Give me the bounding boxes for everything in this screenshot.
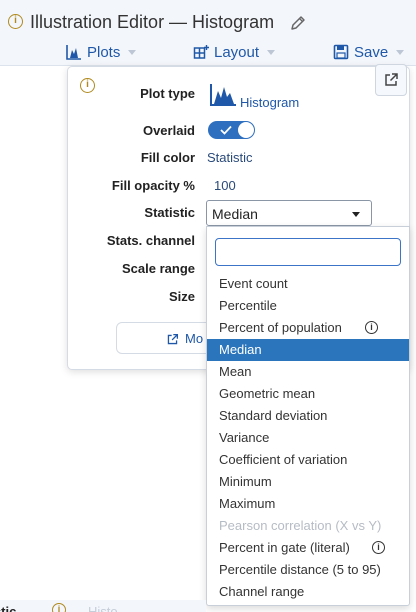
statistic-option-label: Minimum [219, 474, 272, 489]
title-bar: i Illustration Editor — Histogram [0, 0, 416, 38]
fill-opacity-value[interactable]: 100 [214, 178, 236, 193]
statistic-option-label: Percentile [219, 298, 277, 313]
pencil-icon[interactable] [289, 14, 307, 32]
statistic-selected-value: Median [212, 206, 258, 222]
layout-icon [193, 45, 209, 59]
size-label: Size [168, 289, 195, 304]
bottom-row-hint: Histo [88, 604, 118, 612]
toolbar: Plots Layout Save [0, 38, 416, 66]
statistic-label: Statistic [144, 205, 195, 220]
statistic-option-label: Pearson correlation (X vs Y) [219, 518, 382, 533]
save-icon [333, 44, 349, 60]
fill-color-label: Fill color [140, 150, 195, 165]
statistic-option-label: Median [219, 342, 262, 357]
statistic-option[interactable]: Percent in gate (literal) i [207, 537, 409, 559]
fill-opacity-label: Fill opacity % [111, 178, 195, 193]
statistic-option-label: Channel range [219, 584, 305, 599]
statistic-option[interactable]: Median [207, 339, 409, 361]
statistic-option-label: Percentile distance (5 to 95) [219, 562, 381, 577]
statistic-option-label: Coefficient of variation [219, 452, 348, 467]
chevron-down-icon [128, 49, 137, 55]
statistic-option[interactable]: Mean [207, 361, 409, 383]
popout-button[interactable] [375, 64, 407, 96]
statistic-option-label: Event count [219, 276, 288, 291]
statistic-option-label: Maximum [219, 496, 276, 511]
page-title: Illustration Editor — Histogram [30, 12, 275, 32]
layout-label: Layout [214, 43, 260, 61]
statistic-option[interactable]: Percentile distance (5 to 95) [207, 559, 409, 581]
statistic-search-input[interactable] [215, 238, 401, 266]
stats-channel-label: Stats. channel [106, 233, 195, 248]
save-label: Save [354, 43, 389, 61]
info-icon[interactable]: i [8, 14, 23, 29]
statistic-option-label: Mean [219, 364, 252, 379]
external-link-icon [385, 73, 398, 86]
statistic-option[interactable]: Channel range [207, 581, 409, 603]
statistic-option[interactable]: Maximum [207, 493, 409, 515]
statistic-option-label: Percent of population [219, 320, 342, 335]
overlaid-toggle[interactable] [208, 121, 255, 139]
bottom-row-label: tistic [0, 604, 17, 612]
histogram-icon [66, 45, 81, 60]
chevron-down-icon [267, 49, 276, 55]
external-link-icon [167, 333, 179, 345]
more-options-label: Mo [185, 331, 204, 346]
statistic-option[interactable]: Event count [207, 273, 409, 295]
fill-color-value[interactable]: Statistic [207, 150, 253, 165]
plot-type-value[interactable]: Histogram [240, 95, 299, 110]
statistic-option[interactable]: Geometric mean [207, 383, 409, 405]
chevron-down-icon [396, 49, 405, 55]
info-icon[interactable]: i [372, 541, 385, 554]
statistic-option[interactable]: Standard deviation [207, 405, 409, 427]
layout-menu-button[interactable]: Layout [193, 41, 276, 63]
statistic-option[interactable]: Minimum [207, 471, 409, 493]
statistic-select[interactable]: Median [206, 200, 372, 226]
statistic-option-label: Standard deviation [219, 408, 328, 423]
statistic-option-label: Variance [219, 430, 270, 445]
plot-type-label: Plot type [140, 86, 195, 101]
statistic-dropdown: Event count Percentile Percent of populati… [206, 226, 410, 606]
overlaid-label: Overlaid [142, 123, 195, 138]
info-icon[interactable]: i [52, 603, 66, 612]
info-icon[interactable]: i [365, 321, 378, 334]
scale-range-label: Scale range [122, 261, 195, 276]
info-icon[interactable]: i [80, 78, 95, 93]
statistic-option-label: Percent in gate (literal) [219, 540, 350, 555]
statistic-option[interactable]: Percent of population i [207, 317, 409, 339]
statistic-option: Pearson correlation (X vs Y) [207, 515, 409, 537]
statistic-option[interactable]: Coefficient of variation [207, 449, 409, 471]
statistic-option-label: Geometric mean [219, 386, 316, 401]
check-icon [220, 125, 232, 135]
save-button[interactable]: Save [333, 41, 405, 63]
plots-label: Plots [87, 43, 121, 61]
histogram-icon [210, 84, 236, 106]
statistic-option[interactable]: Variance [207, 427, 409, 449]
caret-down-icon [352, 212, 360, 217]
plots-menu-button[interactable]: Plots [66, 41, 137, 63]
statistic-option[interactable]: Percentile [207, 295, 409, 317]
toggle-knob [238, 122, 254, 138]
